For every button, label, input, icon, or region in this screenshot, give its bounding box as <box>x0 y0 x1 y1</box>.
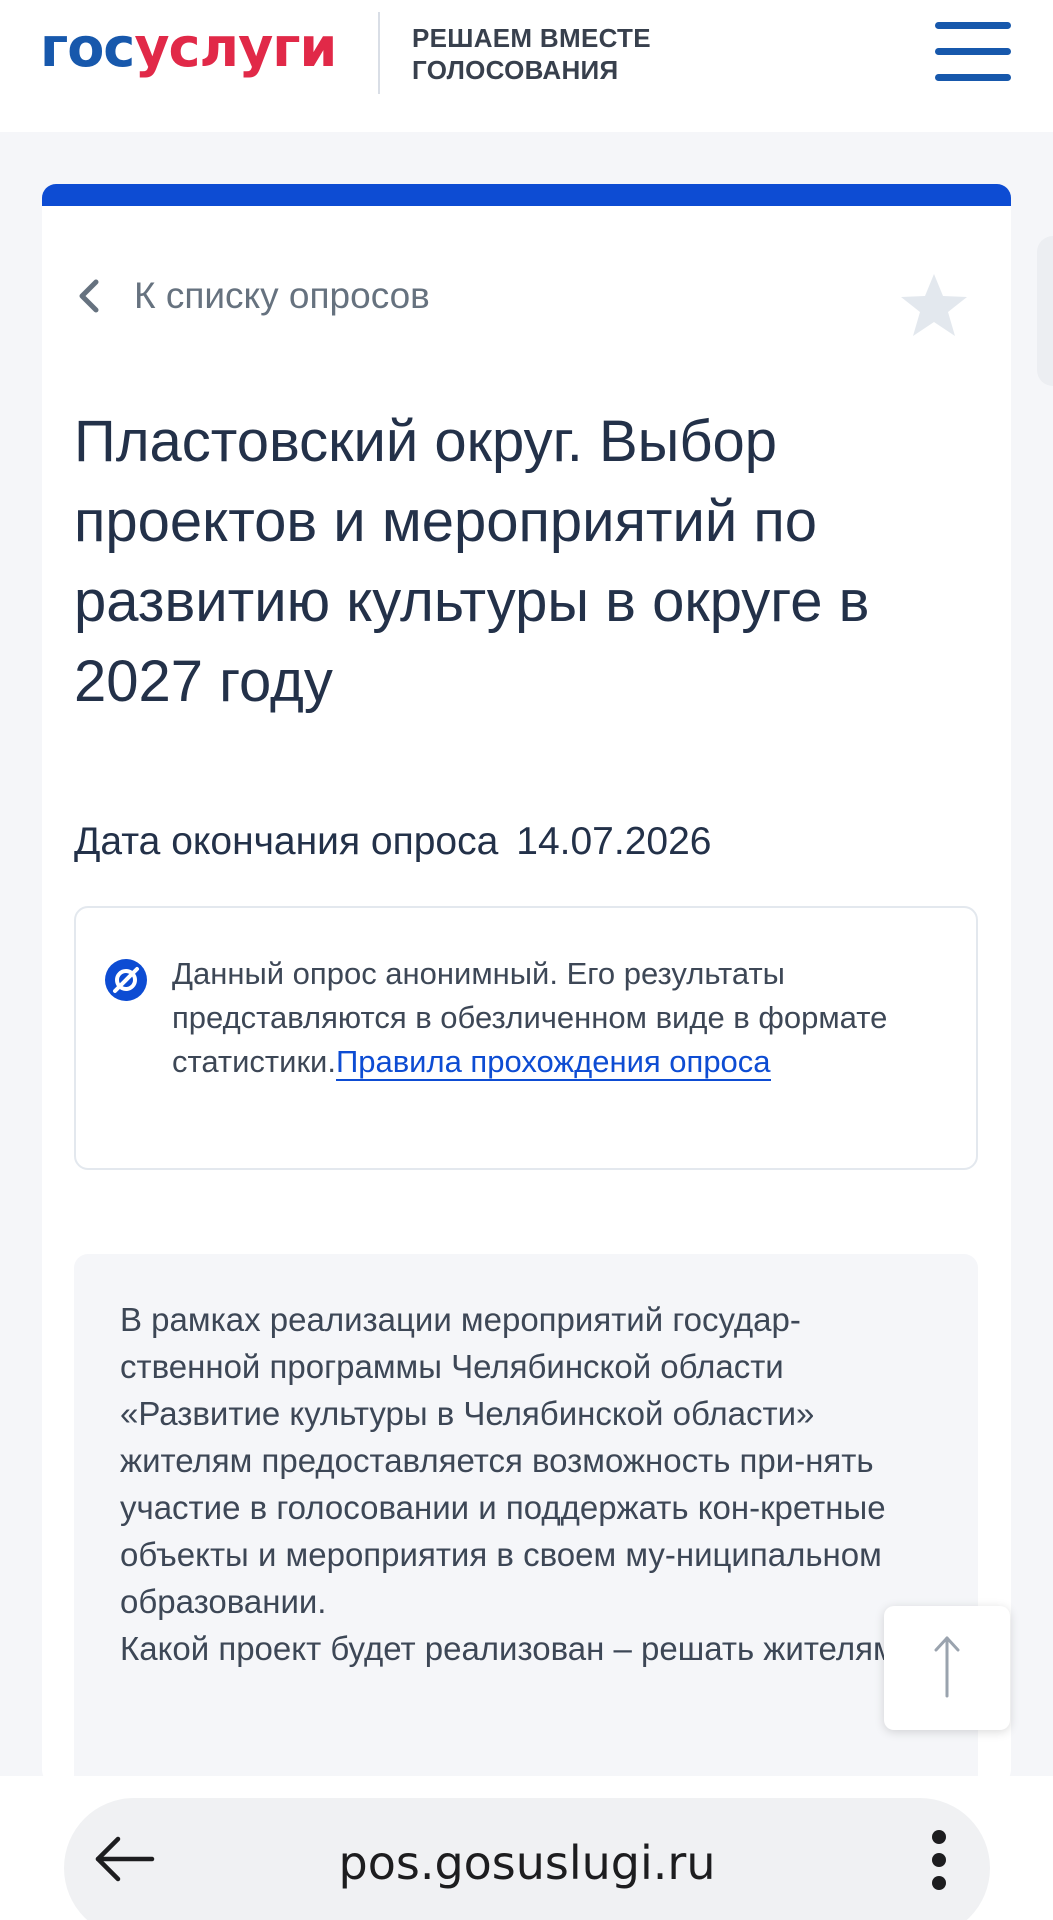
side-panel-edge <box>1037 236 1053 386</box>
survey-end-date: Дата окончания опроса 14.07.2026 <box>74 820 711 864</box>
survey-description-text: В рамках реализации мероприятий государ-… <box>120 1301 905 1667</box>
star-icon[interactable] <box>899 272 969 338</box>
chevron-left-icon <box>79 279 99 313</box>
menu-icon[interactable] <box>935 22 1011 82</box>
survey-card: К списку опросов Пластовский округ. Выбо… <box>42 184 1011 1784</box>
anonymous-notice: Данный опрос анонимный. Его результаты п… <box>74 906 978 1170</box>
survey-description: В рамках реализации мероприятий государ-… <box>74 1254 978 1784</box>
date-value: 14.07.2026 <box>516 820 712 863</box>
header-divider <box>378 12 380 94</box>
back-to-surveys-link[interactable]: К списку опросов <box>74 274 430 318</box>
date-label: Дата окончания опроса <box>74 820 499 863</box>
url-text[interactable]: pos.gosuslugi.ru <box>64 1836 990 1890</box>
survey-title: Пластовский округ. Выбор проектов и меро… <box>74 409 870 714</box>
anonymous-notice-text: Данный опрос анонимный. Его результаты п… <box>172 956 888 1081</box>
header-tagline: РЕШАЕМ ВМЕСТЕ ГОЛОСОВАНИЯ <box>412 23 651 85</box>
survey-rules-link[interactable]: Правила прохождения опроса <box>335 1044 771 1081</box>
gosuslugi-logo[interactable]: госуслуги <box>40 16 337 80</box>
card-accent-bar <box>42 184 1011 206</box>
site-header: госуслуги РЕШАЕМ ВМЕСТЕ ГОЛОСОВАНИЯ <box>0 0 1053 132</box>
browser-toolbar: pos.gosuslugi.ru <box>0 1776 1053 1920</box>
scroll-to-top-button[interactable] <box>884 1606 1010 1730</box>
anonymous-icon <box>105 959 147 1001</box>
more-vertical-icon[interactable] <box>932 1830 946 1890</box>
address-bar[interactable]: pos.gosuslugi.ru <box>64 1798 990 1920</box>
back-link-label: К списку опросов <box>134 275 430 316</box>
arrow-up-icon <box>934 1636 960 1698</box>
